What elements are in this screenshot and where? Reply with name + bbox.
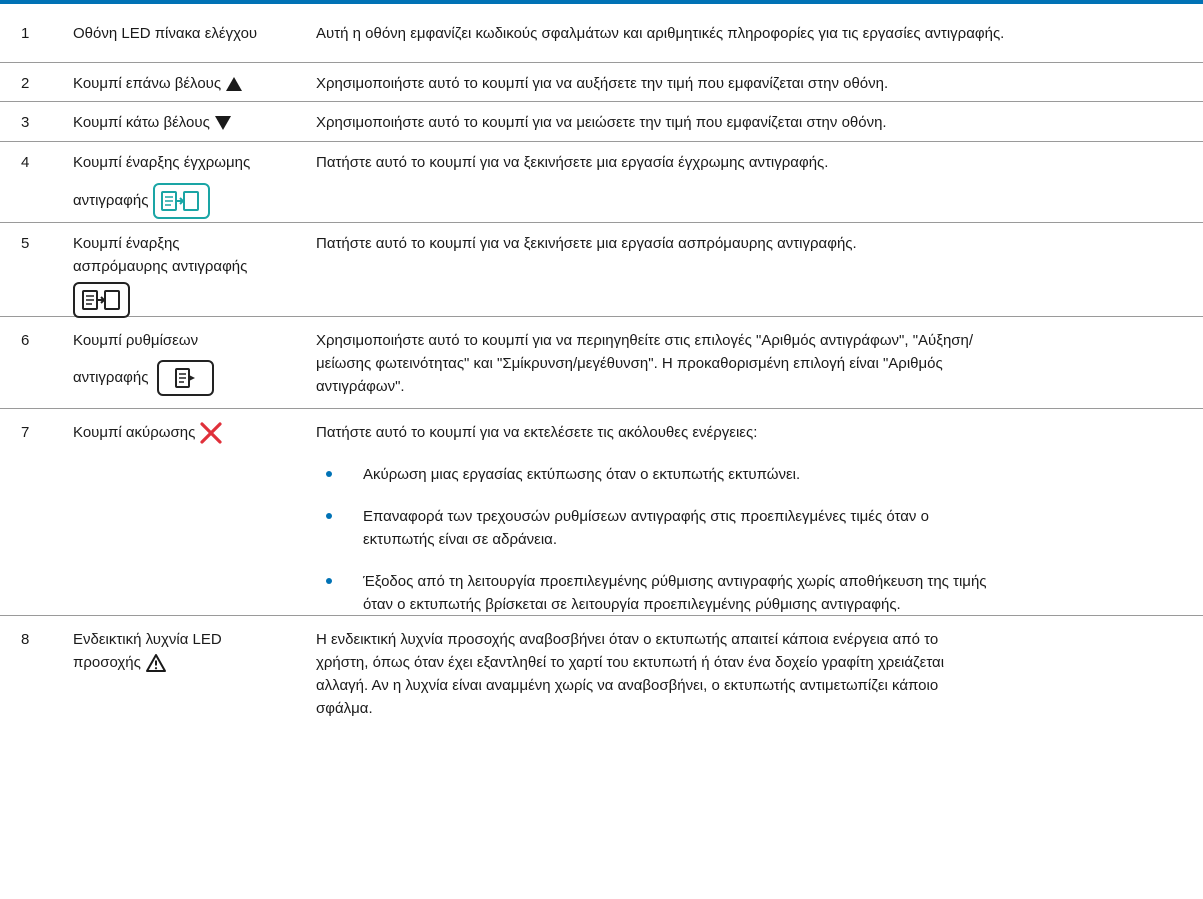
- row-description: Πατήστε αυτό το κουμπί για να εκτελέσετε…: [316, 421, 1196, 616]
- list-item-text: Επαναφορά των τρεχουσών ρυθμίσεων αντιγρ…: [363, 508, 929, 525]
- row-description-line: αλλαγή. Αν η λυχνία είναι αναμμένη χωρίς…: [316, 677, 939, 694]
- list-item-text: όταν ο εκτυπωτής βρίσκεται σε λειτουργία…: [363, 596, 901, 613]
- row-name-wrap: Κουμπί ρυθμίσεων αντιγραφής: [73, 329, 313, 396]
- row-name-line2: ασπρόμαυρης αντιγραφής: [73, 258, 248, 275]
- table-row: 2 Κουμπί επάνω βέλους Χρησιμοποιήστε αυτ…: [0, 63, 1203, 102]
- row-description: Η ενδεικτική λυχνία προσοχής αναβοσβήνει…: [316, 628, 1196, 720]
- row-description-line: σφάλμα.: [316, 700, 373, 717]
- row-name-line2: αντιγραφής: [73, 368, 149, 386]
- row-description-line: χρήστη, όπως όταν έχει εξαντληθεί το χαρ…: [316, 654, 945, 671]
- table-row: 6 Κουμπί ρυθμίσεων αντιγραφής Χρησιμοποι…: [0, 317, 1203, 409]
- row-name-line1: Ενδεικτική λυχνία LED: [73, 631, 222, 648]
- row-name: Οθόνη LED πίνακα ελέγχου: [73, 25, 258, 42]
- bullet-icon: [326, 513, 332, 519]
- table-row: 7 Κουμπί ακύρωσης Πατήστε αυτό το κουμπί…: [0, 409, 1203, 616]
- row-number: 8: [21, 631, 30, 648]
- row-name-line1: Κουμπί έναρξης έγχρωμης: [73, 154, 251, 171]
- control-panel-table: 1 Οθόνη LED πίνακα ελέγχου Αυτή η οθόνη …: [0, 0, 1203, 744]
- row-description: Πατήστε αυτό το κουμπί για να ξεκινήσετε…: [316, 235, 857, 252]
- table-row: 1 Οθόνη LED πίνακα ελέγχου Αυτή η οθόνη …: [0, 4, 1203, 63]
- row-name-wrap: Κουμπί έναρξης έγχρωμης αντιγραφής: [73, 151, 313, 219]
- row-description-intro: Πατήστε αυτό το κουμπί για να εκτελέσετε…: [316, 424, 758, 441]
- row-number: 6: [21, 332, 30, 349]
- bullet-icon: [326, 471, 332, 477]
- row-description-line: Χρησιμοποιήστε αυτό το κουμπί για να περ…: [316, 332, 974, 349]
- color-copy-icon: [152, 183, 210, 219]
- row-name-wrap: Κουμπί κάτω βέλους: [73, 111, 313, 134]
- row-number: 1: [21, 25, 30, 42]
- row-description-line: Η ενδεικτική λυχνία προσοχής αναβοσβήνει…: [316, 631, 939, 648]
- row-number: 4: [21, 154, 30, 171]
- list-item-text: εκτυπωτής είναι σε αδράνεια.: [363, 531, 558, 548]
- row-number: 2: [21, 75, 30, 92]
- bullet-list: Ακύρωση μιας εργασίας εκτύπωσης όταν ο ε…: [316, 463, 1196, 616]
- row-name: Κουμπί κάτω βέλους: [73, 114, 210, 131]
- row-name-line2: προσοχής: [73, 654, 141, 671]
- row-description: Πατήστε αυτό το κουμπί για να ξεκινήσετε…: [316, 154, 829, 171]
- row-description: Χρησιμοποιήστε αυτό το κουμπί για να αυξ…: [316, 75, 889, 92]
- warning-triangle-icon: [146, 654, 167, 673]
- row-name-wrap: Ενδεικτική λυχνία LED προσοχής: [73, 628, 313, 674]
- list-item-text: Έξοδος από τη λειτουργία προεπιλεγμένης …: [363, 573, 987, 590]
- row-name: Κουμπί ακύρωσης: [73, 424, 196, 441]
- table-row: 5 Κουμπί έναρξης ασπρόμαυρης αντιγραφής …: [0, 223, 1203, 318]
- row-number: 5: [21, 235, 30, 252]
- list-item-text: Ακύρωση μιας εργασίας εκτύπωσης όταν ο ε…: [363, 466, 801, 483]
- table-row: 3 Κουμπί κάτω βέλους Χρησιμοποιήστε αυτό…: [0, 102, 1203, 142]
- row-name-wrap: Κουμπί επάνω βέλους: [73, 72, 313, 95]
- mono-copy-icon: [73, 282, 130, 318]
- row-description: Χρησιμοποιήστε αυτό το κουμπί για να περ…: [316, 329, 1196, 398]
- row-name: Κουμπί επάνω βέλους: [73, 75, 222, 92]
- bullet-icon: [326, 578, 332, 584]
- row-name-wrap: Κουμπί ακύρωσης: [73, 421, 313, 444]
- row-description: Χρησιμοποιήστε αυτό το κουμπί για να μει…: [316, 114, 887, 131]
- copy-settings-icon: [156, 360, 214, 396]
- row-name-line1: Κουμπί έναρξης: [73, 235, 180, 252]
- table-row: 8 Ενδεικτική λυχνία LED προσοχής Η ενδει…: [0, 616, 1203, 744]
- row-name-wrap: Κουμπί έναρξης ασπρόμαυρης αντιγραφής: [73, 232, 313, 318]
- cancel-x-icon: [200, 422, 223, 444]
- row-description: Αυτή η οθόνη εμφανίζει κωδικούς σφαλμάτω…: [316, 25, 1005, 42]
- row-number: 3: [21, 114, 30, 131]
- up-arrow-icon: [226, 77, 243, 92]
- row-name-line1: Κουμπί ρυθμίσεων: [73, 332, 199, 349]
- row-number: 7: [21, 424, 30, 441]
- row-description-line: αντιγράφων".: [316, 378, 405, 395]
- row-name-line2: αντιγραφής: [73, 191, 149, 209]
- down-arrow-icon: [214, 116, 231, 131]
- row-description-line: μείωσης φωτεινότητας" και "Σμίκρυνση/μεγ…: [316, 355, 943, 372]
- table-row: 4 Κουμπί έναρξης έγχρωμης αντιγραφής Πατ: [0, 142, 1203, 223]
- list-item: Έξοδος από τη λειτουργία προεπιλεγμένης …: [316, 570, 1196, 616]
- list-item: Ακύρωση μιας εργασίας εκτύπωσης όταν ο ε…: [316, 463, 1196, 486]
- list-item: Επαναφορά των τρεχουσών ρυθμίσεων αντιγρ…: [316, 505, 1196, 551]
